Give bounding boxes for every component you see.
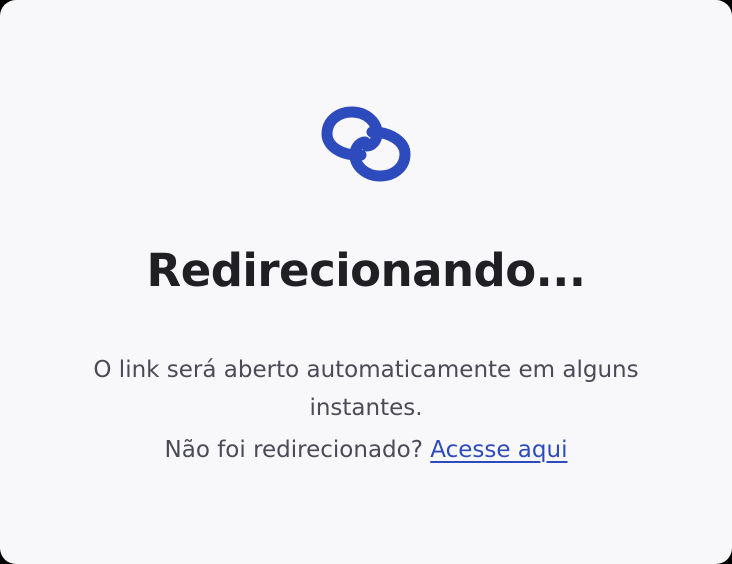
fallback-prompt: Não foi redirecionado? [164, 437, 423, 463]
page-title: Redirecionando... [146, 244, 586, 297]
redirect-card: Redirecionando... O link será aberto aut… [0, 0, 732, 564]
redirect-message: O link será aberto automaticamente em al… [93, 357, 639, 421]
chain-link-icon [321, 106, 411, 182]
access-here-link[interactable]: Acesse aqui [430, 437, 567, 463]
fallback-line: Não foi redirecionado? Acesse aqui [0, 431, 732, 469]
